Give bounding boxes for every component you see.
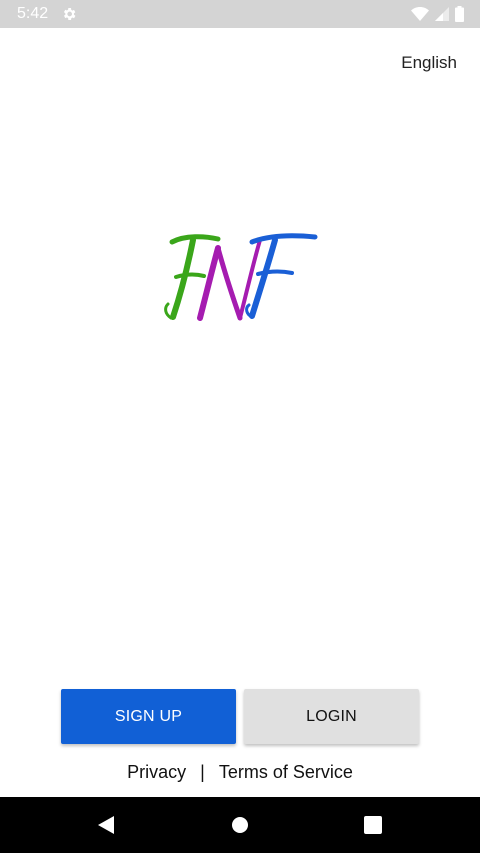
logo-letter-n-purple bbox=[197, 238, 262, 321]
home-icon[interactable] bbox=[230, 815, 250, 835]
terms-of-service-link[interactable]: Terms of Service bbox=[219, 762, 353, 783]
login-landing-screen: 5:42 English SIGN UP LOGIN Privacy | Ter… bbox=[0, 0, 480, 853]
signal-icon bbox=[435, 7, 449, 21]
system-navigation-bar bbox=[0, 797, 480, 853]
privacy-link[interactable]: Privacy bbox=[127, 762, 186, 783]
sign-up-button[interactable]: SIGN UP bbox=[61, 689, 236, 744]
status-bar: 5:42 bbox=[0, 0, 480, 28]
battery-icon bbox=[455, 6, 464, 22]
app-logo bbox=[164, 233, 318, 321]
login-button[interactable]: LOGIN bbox=[244, 689, 419, 744]
gear-icon bbox=[63, 8, 76, 20]
footer-links: Privacy | Terms of Service bbox=[0, 762, 480, 783]
recents-icon[interactable] bbox=[363, 815, 383, 835]
language-selector[interactable]: English bbox=[401, 53, 457, 73]
status-icons bbox=[411, 6, 464, 22]
footer-separator: | bbox=[200, 762, 205, 782]
status-time: 5:42 bbox=[17, 5, 49, 22]
back-icon[interactable] bbox=[96, 815, 116, 835]
wifi-icon bbox=[411, 7, 429, 21]
